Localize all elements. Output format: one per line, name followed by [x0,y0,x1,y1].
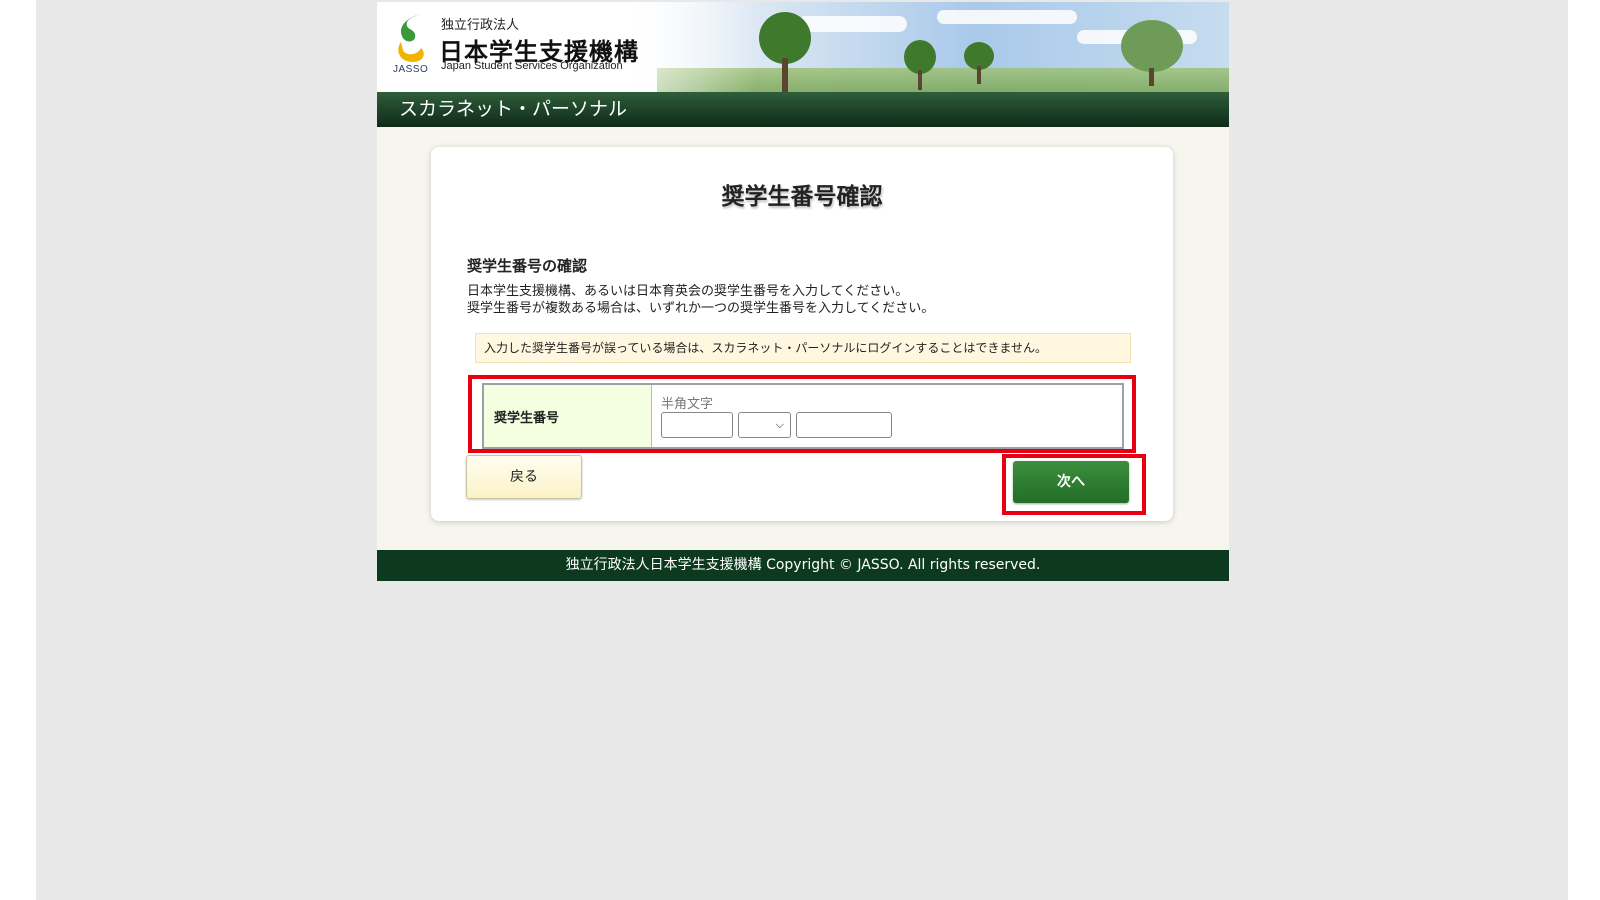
org-english-name: Japan Student Services Organization [441,60,623,72]
description-line: 奨学生番号が複数ある場合は、いずれか一つの奨学生番号を入力してください。 [467,301,935,316]
next-button-highlight-box [1002,454,1146,515]
footer-copyright: 独立行政法人日本学生支援機構 Copyright © JASSO. All ri… [377,550,1229,581]
description: 日本学生支援機構、あるいは日本育英会の奨学生番号を入力してください。 奨学生番号… [467,283,934,317]
tree-decoration [1117,20,1187,86]
cloud-decoration [937,10,1077,24]
page-container: JASSO 独立行政法人 日本学生支援機構 Japan Student Serv… [377,2,1229,581]
org-type-label: 独立行政法人 [441,18,520,33]
section-heading: 奨学生番号の確認 [467,257,588,275]
logo-abbreviation: JASSO [393,64,429,75]
jasso-logo-icon [398,14,424,62]
tree-decoration [902,40,938,90]
back-button[interactable]: 戻る [466,455,582,499]
content-card: 奨学生番号確認 奨学生番号の確認 日本学生支援機構、あるいは日本育英会の奨学生番… [431,147,1173,521]
header-banner: JASSO 独立行政法人 日本学生支援機構 Japan Student Serv… [377,2,1229,92]
warning-notice: 入力した奨学生番号が誤っている場合は、スカラネット・パーソナルにログインすること… [475,333,1131,363]
form-highlight-box [468,375,1136,453]
tree-decoration [962,42,996,86]
tree-decoration [755,12,815,92]
page-title: 奨学生番号確認 [721,184,883,210]
description-line: 日本学生支援機構、あるいは日本育英会の奨学生番号を入力してください。 [467,284,909,299]
system-title-bar: スカラネット・パーソナル [377,92,1229,127]
